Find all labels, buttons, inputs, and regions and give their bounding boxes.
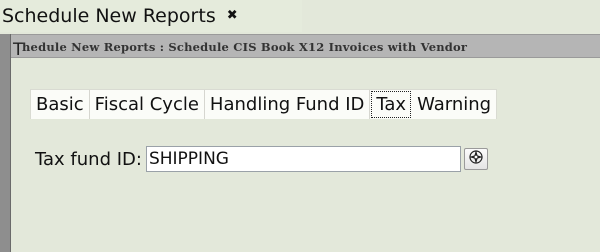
crosshair-lookup-icon: [468, 149, 484, 169]
tab-warning[interactable]: Warning: [412, 90, 496, 119]
breadcrumb-text: hedule New Reports : Schedule CIS Book X…: [22, 40, 468, 54]
tab-basic[interactable]: Basic: [31, 90, 90, 119]
window-tab[interactable]: Schedule New Reports ✖: [0, 0, 302, 32]
window-tab-title: Schedule New Reports: [2, 5, 216, 27]
report-scheduler-window: Schedule New Reports ✖ T hedule New Repo…: [0, 0, 600, 252]
tax-fund-label: Tax fund ID:: [35, 148, 142, 170]
tab-fiscal-cycle[interactable]: Fiscal Cycle: [90, 90, 205, 119]
breadcrumb: T hedule New Reports : Schedule CIS Book…: [0, 34, 600, 58]
close-icon[interactable]: ✖: [227, 8, 238, 23]
tax-fund-row: Tax fund ID:: [35, 146, 488, 172]
tax-fund-lookup-button[interactable]: [463, 148, 488, 170]
tab-handling-fund-id[interactable]: Handling Fund ID: [205, 90, 371, 119]
tax-fund-input[interactable]: [145, 146, 461, 172]
content-panel: Basic Fiscal Cycle Handling Fund ID Tax …: [11, 58, 600, 252]
left-splitter-bar[interactable]: [0, 34, 11, 252]
tab-strip: Basic Fiscal Cycle Handling Fund ID Tax …: [30, 89, 498, 119]
tab-tax[interactable]: Tax: [371, 91, 412, 118]
